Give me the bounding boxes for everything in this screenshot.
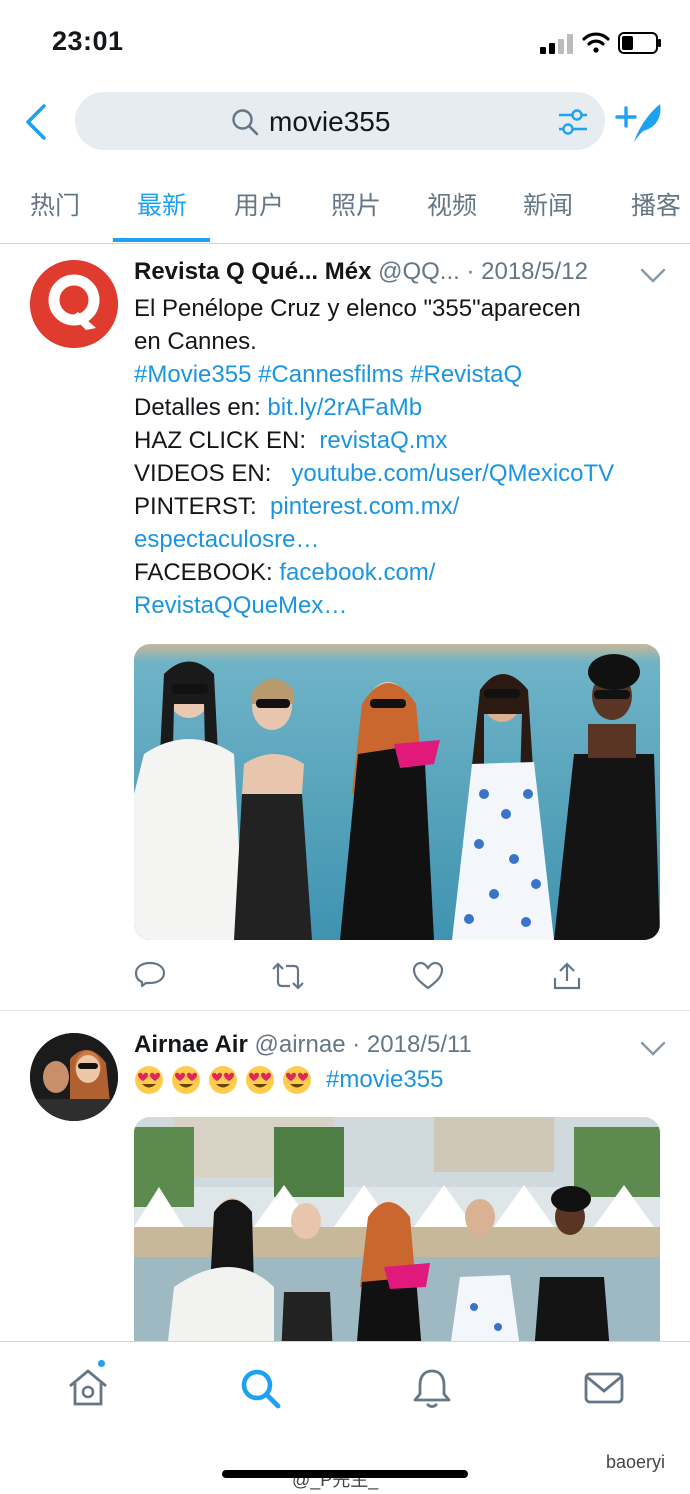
status-time: 23:01	[52, 26, 124, 56]
facebook-label: FACEBOOK:	[134, 559, 280, 586]
messages-icon[interactable]	[582, 1366, 626, 1410]
home-indicator	[222, 1470, 468, 1478]
cast-photo-cannes	[134, 644, 660, 940]
compose-icon[interactable]	[614, 100, 664, 144]
videos-label: VIDEOS EN:	[134, 460, 292, 487]
reply-icon[interactable]	[134, 960, 166, 992]
author-name[interactable]: Revista Q Qué... Méx	[134, 258, 371, 285]
chevron-down-icon[interactable]	[640, 268, 666, 284]
share-icon[interactable]	[551, 960, 583, 992]
chevron-down-icon[interactable]	[640, 1041, 666, 1057]
signal-icon	[540, 34, 574, 54]
battery-icon	[618, 32, 661, 54]
tweet-date: 2018/5/11	[366, 1031, 472, 1058]
tweet-line: El Penélope Cruz y elenco "355"aparecen	[134, 295, 581, 322]
avatar-photo	[30, 1033, 118, 1121]
haz-label: HAZ CLICK EN:	[134, 427, 320, 454]
notification-dot	[96, 1358, 107, 1369]
notifications-icon[interactable]	[410, 1366, 454, 1410]
revista-q-logo	[30, 260, 118, 348]
author-name[interactable]: Airnae Air	[134, 1031, 248, 1058]
search-query: movie355	[269, 106, 391, 137]
retweet-icon[interactable]	[272, 960, 304, 992]
tweet-text: #movie355	[134, 1063, 664, 1096]
pinterest-link[interactable]: pinterest.com.mx/	[270, 493, 459, 520]
wechat-watermark: baoeryi	[606, 1452, 666, 1472]
youtube-link[interactable]: youtube.com/user/QMexicoTV	[291, 460, 614, 487]
facebook-link-cont[interactable]: RevistaQQueMex…	[134, 589, 664, 622]
cast-photo-beach	[134, 1117, 660, 1341]
tweet-text: El Penélope Cruz y elenco "355"aparecen …	[134, 292, 664, 622]
tweet-photo[interactable]	[134, 1117, 660, 1341]
pinterest-link-cont[interactable]: espectaculosre…	[134, 523, 664, 556]
tweet-header: Airnae Air @airnae · 2018/5/11	[134, 1031, 472, 1059]
pinterest-label: PINTERST:	[134, 493, 271, 520]
detalles-label: Detalles en:	[134, 394, 268, 421]
tab-people[interactable]: 用户	[234, 186, 284, 222]
tweet-line: en Cannes.	[134, 328, 257, 355]
tweet-header: Revista Q Qué... Méx @QQ... · 2018/5/12	[134, 258, 588, 286]
tweet-card[interactable]: Airnae Air @airnae · 2018/5/11 #movie355	[0, 1010, 690, 1341]
status-bar: 23:01	[0, 0, 690, 88]
hashtag-link[interactable]: #movie355	[326, 1063, 443, 1096]
tweet-actions	[134, 960, 634, 1000]
search-header: movie355	[0, 88, 690, 160]
avatar[interactable]	[30, 260, 118, 348]
avatar[interactable]	[30, 1033, 118, 1121]
author-handle: @QQ...	[378, 258, 460, 285]
tab-latest[interactable]: 最新	[137, 186, 187, 222]
home-icon[interactable]	[66, 1366, 110, 1410]
tab-videos[interactable]: 视频	[427, 186, 477, 222]
search-tab-icon[interactable]	[238, 1366, 282, 1410]
author-handle: @airnae	[254, 1031, 346, 1058]
search-tabs: 热门 最新 用户 照片 视频 新闻 播客	[0, 172, 690, 244]
back-button[interactable]	[20, 102, 54, 142]
heart-eyes-emoji-row	[135, 1065, 311, 1094]
tab-podcasts[interactable]: 播客	[631, 186, 681, 222]
separator-dot: ·	[466, 258, 475, 285]
search-icon	[232, 109, 259, 136]
search-input[interactable]: movie355	[75, 92, 605, 150]
detalles-link[interactable]: bit.ly/2rAFaMb	[267, 394, 422, 421]
active-tab-indicator	[113, 238, 210, 242]
wifi-icon	[582, 32, 610, 53]
like-icon[interactable]	[412, 960, 444, 992]
tweet-photo[interactable]	[134, 644, 660, 940]
revistaq-link[interactable]: revistaQ.mx	[319, 427, 447, 454]
tab-news[interactable]: 新闻	[523, 186, 573, 222]
facebook-link[interactable]: facebook.com/	[279, 559, 435, 586]
filter-icon[interactable]	[557, 107, 589, 137]
bottom-tab-bar: @_P先生_ baoeryi	[0, 1341, 690, 1494]
tab-top[interactable]: 热门	[30, 186, 80, 222]
tweet-date: 2018/5/12	[481, 258, 588, 285]
tweet-card[interactable]: Revista Q Qué... Méx @QQ... · 2018/5/12 …	[0, 244, 690, 1010]
tab-photos[interactable]: 照片	[331, 186, 381, 222]
hashtag-links[interactable]: #Movie355 #Cannesfilms #RevistaQ	[134, 358, 664, 391]
separator-dot: ·	[352, 1031, 361, 1058]
